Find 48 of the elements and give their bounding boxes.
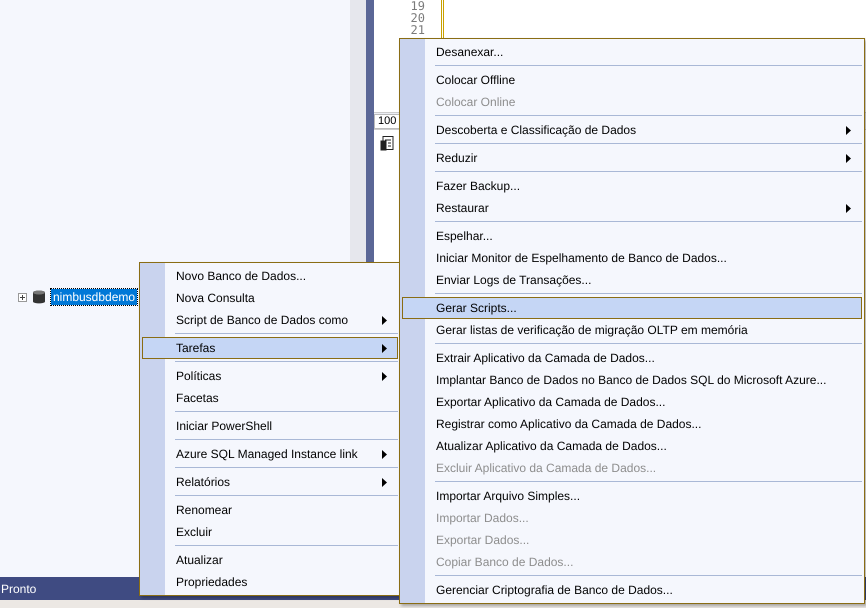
menu-item[interactable]: Extrair Aplicativo da Camada de Dados... [402,347,862,369]
menu-item[interactable]: Gerar Scripts... [402,297,862,319]
submenu-arrow-icon [382,372,387,380]
menu-item[interactable]: Políticas [142,365,398,387]
menu-item[interactable]: Registrar como Aplicativo da Camada de Dados... [402,413,862,435]
menu-item[interactable]: Excluir [142,521,398,543]
expand-icon[interactable] [18,292,27,302]
menu-item[interactable]: Propriedades [142,571,398,593]
menu-item[interactable]: Renomear [142,499,398,521]
menu-item[interactable]: Iniciar Monitor de Espelhamento de Banco de Dados... [402,247,862,269]
menu-item[interactable]: Iniciar PowerShell [142,415,398,437]
menu-item[interactable]: Fazer Backup... [402,175,862,197]
menu-item[interactable]: Script de Banco de Dados como [142,309,398,331]
menu-item[interactable]: Implantar Banco de Dados no Banco de Dados SQL do Microsoft Azure... [402,369,862,391]
menu-item[interactable]: Atualizar [142,549,398,571]
line-number: 20 [410,12,425,24]
submenu-arrow-icon [846,204,851,212]
submenu-arrow-icon [382,450,387,458]
submenu-arrow-icon [846,126,851,134]
zoom-field[interactable]: 100 [374,114,400,128]
submenu-arrow-icon [846,154,851,162]
status-text: Pronto [1,582,36,596]
menu-item[interactable]: Facetas [142,387,398,409]
menu-item[interactable]: Gerar listas de verificação de migração OLTP em memória [402,319,862,341]
submenu-arrow-icon [382,344,387,352]
menu-item[interactable]: Espelhar... [402,225,862,247]
line-number: 21 [410,24,425,36]
line-number: 19 [410,0,425,12]
menu-item[interactable]: Reduzir [402,147,862,169]
menu-item[interactable]: Enviar Logs de Transações... [402,269,862,291]
menu-item[interactable]: Restaurar [402,197,862,219]
menu-item[interactable]: Novo Banco de Dados... [142,265,398,287]
menu-item[interactable]: Nova Consulta [142,287,398,309]
results-grid-icon [380,136,394,151]
database-icon [33,290,45,304]
menu-item[interactable]: Desanexar... [402,41,862,63]
tree-node[interactable]: nimbusdbdemo [51,289,138,305]
menu-item[interactable]: Atualizar Aplicativo da Camada de Dados... [402,435,862,457]
menu-item[interactable]: Colocar Offline [402,69,862,91]
menu-item[interactable]: Exportar Aplicativo da Camada de Dados... [402,391,862,413]
menu-item[interactable]: Relatórios [142,471,398,493]
submenu-arrow-icon [382,478,387,486]
menu-item[interactable]: Tarefas [142,337,398,359]
menu-item[interactable]: Descoberta e Classificação de Dados [402,119,862,141]
submenu-arrow-icon [382,316,387,324]
menu-item[interactable]: Azure SQL Managed Instance link [142,443,398,465]
menu-item[interactable]: Importar Arquivo Simples... [402,485,862,507]
menu-item[interactable]: Gerenciar Criptografia de Banco de Dados... [402,579,862,601]
